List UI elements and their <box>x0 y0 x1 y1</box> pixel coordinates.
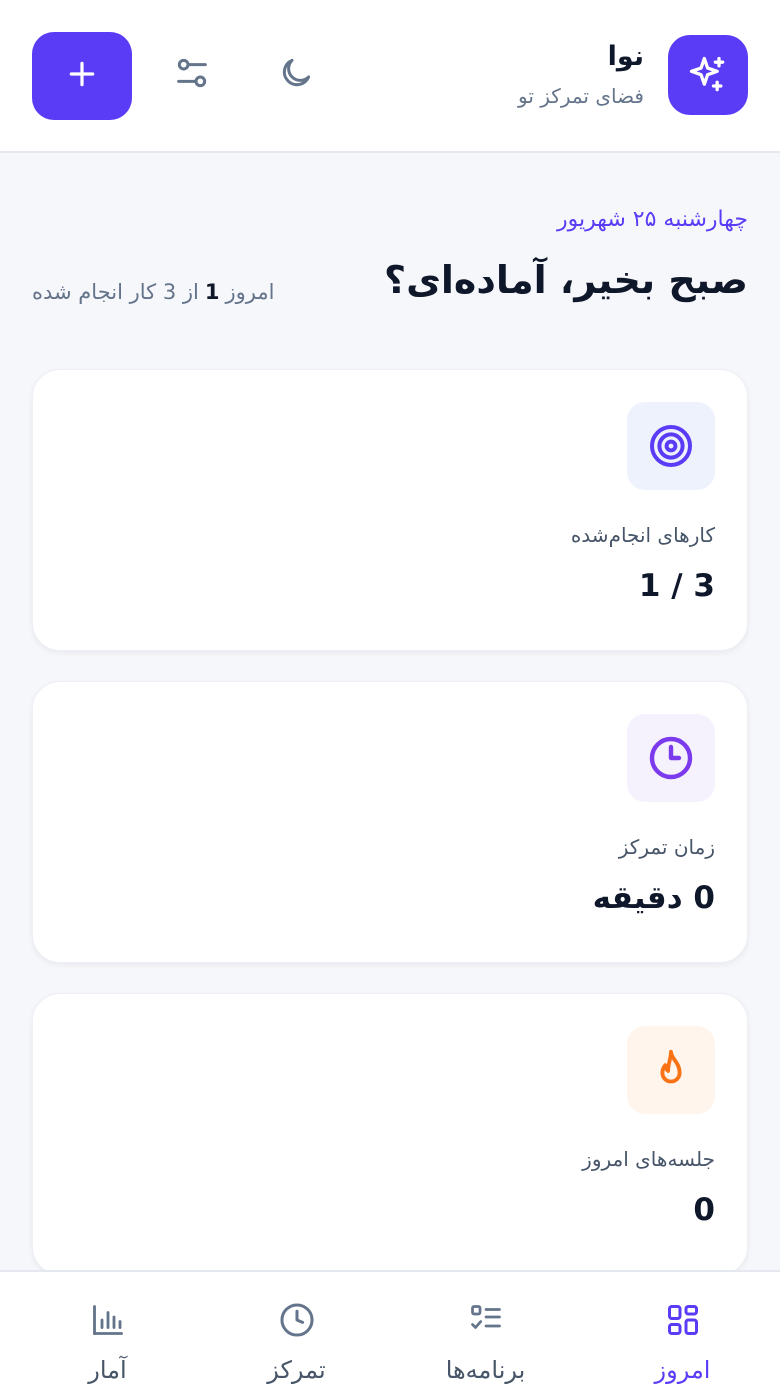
bar-chart-icon <box>90 1300 126 1340</box>
progress-prefix: امروز <box>225 280 275 304</box>
grid-icon <box>665 1300 701 1340</box>
brand-subtitle: فضای تمرکز تو <box>518 84 644 108</box>
brand-name: نوا <box>607 41 644 72</box>
filters-button[interactable] <box>170 53 214 97</box>
stat-card-sessions: جلسه‌های امروز 0 <box>32 993 748 1275</box>
progress-done-count: 1 <box>204 280 220 304</box>
plus-icon <box>66 58 98 94</box>
nav-label: آمار <box>88 1356 127 1384</box>
nav-label: تمرکز <box>267 1356 326 1384</box>
clock-icon <box>627 714 715 802</box>
nav-item-stats[interactable]: آمار <box>10 1272 205 1400</box>
top-header: نوا فضای تمرکز تو <box>0 0 780 153</box>
stat-card-tasks: کارهای انجام‌شده 3 / 1 <box>32 369 748 651</box>
add-task-button[interactable] <box>32 32 132 120</box>
stat-value: 3 / 1 <box>638 568 715 604</box>
nav-item-focus[interactable]: تمرکز <box>199 1272 394 1400</box>
app-root: نوا فضای تمرکز تو چهارشنبه ۲۵ شهریور صبح… <box>0 0 780 1400</box>
nav-label: برنامه‌ها <box>445 1356 526 1384</box>
nav-item-plans[interactable]: برنامه‌ها <box>388 1272 583 1400</box>
list-check-icon <box>468 1300 504 1340</box>
stat-label: جلسه‌های امروز <box>582 1147 715 1171</box>
flame-icon <box>627 1026 715 1114</box>
sliders-icon <box>172 53 212 97</box>
nav-item-today[interactable]: امروز <box>585 1272 780 1400</box>
stat-value: 0 <box>693 1192 715 1228</box>
bottom-nav: امروز برنامه‌ها تمرکز <box>0 1270 780 1400</box>
daily-progress: امروز 1 از 3 کار انجام شده <box>32 276 274 308</box>
stat-card-focus-time: زمان تمرکز 0 دقیقه <box>32 681 748 963</box>
progress-suffix: از 3 کار انجام شده <box>32 280 199 304</box>
moon-icon <box>277 54 315 96</box>
brand-block: نوا فضای تمرکز تو <box>518 40 644 111</box>
stat-value: 0 دقیقه <box>592 880 715 916</box>
current-date: چهارشنبه ۲۵ شهریور <box>556 207 748 232</box>
theme-toggle-button[interactable] <box>276 53 316 97</box>
stat-label: زمان تمرکز <box>618 835 715 859</box>
target-icon <box>627 402 715 490</box>
sparkles-icon[interactable] <box>668 35 748 115</box>
page-title: صبح بخیر، آماده‌ای؟ <box>384 258 748 302</box>
stat-label: کارهای انجام‌شده <box>570 523 715 547</box>
clock-icon <box>278 1300 316 1340</box>
nav-label: امروز <box>654 1356 711 1384</box>
